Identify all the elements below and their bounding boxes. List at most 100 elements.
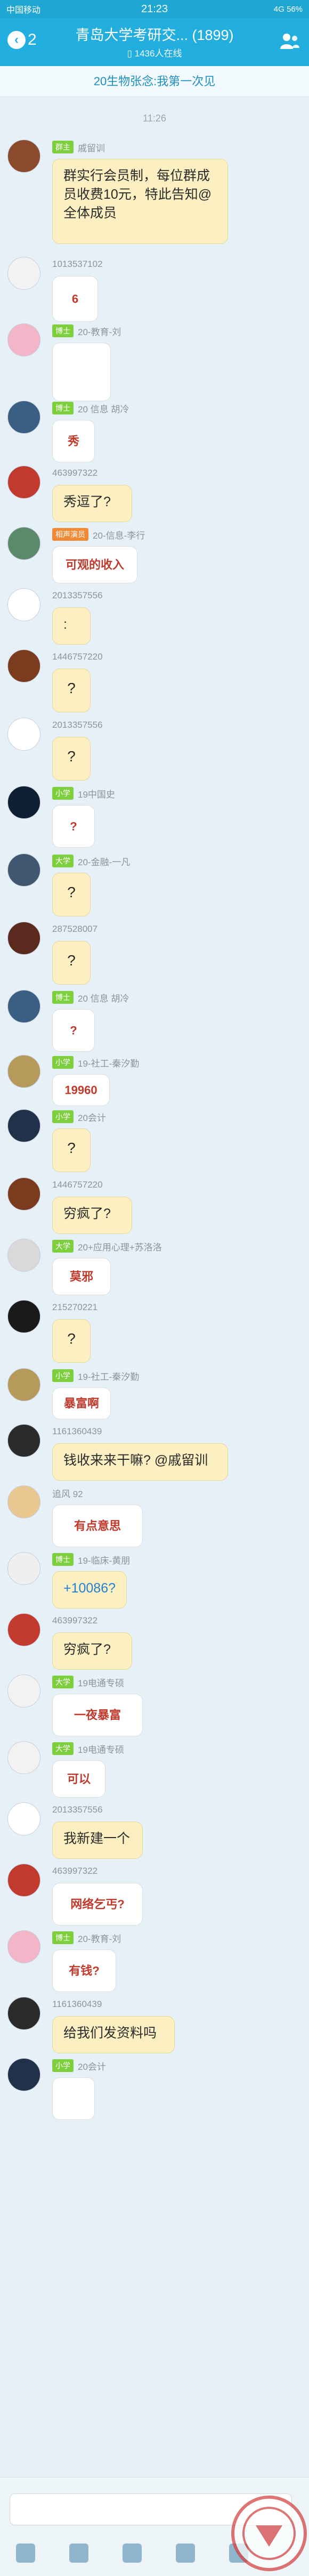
sender-name[interactable]: 1446757220 bbox=[52, 652, 103, 662]
sender-name[interactable]: 1446757220 bbox=[52, 1180, 103, 1190]
sticker-image[interactable]: 有点意思 bbox=[52, 1505, 143, 1547]
sender-name[interactable]: 20会计 bbox=[78, 2059, 106, 2073]
avatar[interactable] bbox=[7, 527, 40, 560]
avatar[interactable] bbox=[7, 718, 40, 751]
avatar[interactable] bbox=[7, 257, 40, 290]
avatar[interactable] bbox=[7, 1930, 40, 1963]
sender-name[interactable]: 追风 92 bbox=[52, 1486, 83, 1500]
sender-name[interactable]: 20-教育-刘 bbox=[78, 324, 121, 338]
avatar[interactable] bbox=[7, 1368, 40, 1401]
sticker-image[interactable]: 可观的收入 bbox=[52, 546, 137, 583]
message-bubble[interactable]: 钱收来来干嘛? @戚留训 bbox=[52, 1443, 228, 1481]
sender-name[interactable]: 1161360439 bbox=[52, 1999, 102, 2010]
sender-name[interactable]: 463997322 bbox=[52, 1866, 97, 1876]
message-bubble[interactable]: ? bbox=[52, 873, 91, 916]
avatar[interactable] bbox=[7, 1741, 40, 1774]
sender-name[interactable]: 20 信息 胡冷 bbox=[78, 402, 129, 415]
sender-name[interactable]: 20会计 bbox=[78, 1110, 106, 1124]
avatar[interactable] bbox=[7, 1864, 40, 1897]
sender-name[interactable]: 215270221 bbox=[52, 1302, 97, 1313]
group-members-icon[interactable] bbox=[279, 32, 300, 51]
sticker-image[interactable] bbox=[52, 343, 111, 401]
message-bubble[interactable]: ? bbox=[52, 669, 91, 712]
message-bubble[interactable]: ? bbox=[52, 941, 91, 985]
message-bubble[interactable]: 穷疯了? bbox=[52, 1632, 132, 1670]
avatar[interactable] bbox=[7, 1055, 40, 1088]
sender-name[interactable]: 463997322 bbox=[52, 1615, 97, 1626]
sender-name[interactable]: 463997322 bbox=[52, 468, 97, 478]
avatar[interactable] bbox=[7, 1552, 40, 1585]
avatar[interactable] bbox=[7, 140, 40, 173]
avatar[interactable] bbox=[7, 990, 40, 1023]
message-bubble[interactable]: 给我们发资料吗 bbox=[52, 2016, 175, 2053]
avatar[interactable] bbox=[7, 786, 40, 819]
sender-name[interactable]: 19-社工-秦汐勤 bbox=[78, 1056, 139, 1069]
sender-name[interactable]: 2013357556 bbox=[52, 590, 103, 601]
avatar[interactable] bbox=[7, 466, 40, 499]
avatar[interactable] bbox=[7, 1424, 40, 1457]
sticker-image[interactable]: 秀 bbox=[52, 420, 95, 462]
sender-name[interactable]: 1161360439 bbox=[52, 1426, 102, 1437]
sender-name[interactable]: 20 信息 胡冷 bbox=[78, 991, 129, 1004]
sender-name[interactable]: 2013357556 bbox=[52, 1805, 103, 1815]
sender-name[interactable]: 2013357556 bbox=[52, 720, 103, 730]
avatar[interactable] bbox=[7, 649, 40, 682]
avatar[interactable] bbox=[7, 1177, 40, 1210]
avatar[interactable] bbox=[7, 854, 40, 887]
sticker-image[interactable]: 可以 bbox=[52, 1760, 105, 1798]
sticker-image[interactable]: 有钱? bbox=[52, 1949, 116, 1992]
sender-name[interactable]: 20-教育-刘 bbox=[78, 1931, 121, 1945]
sticker-image[interactable]: ? bbox=[52, 1009, 95, 1052]
sender-name[interactable]: 19-社工-秦汐勤 bbox=[78, 1369, 139, 1383]
member-title-badge: 博士 bbox=[52, 1553, 74, 1566]
message-bubble[interactable]: ? bbox=[52, 1319, 91, 1363]
message-bubble[interactable]: ? bbox=[52, 737, 91, 781]
voice-icon[interactable] bbox=[16, 2544, 35, 2563]
avatar[interactable] bbox=[7, 922, 40, 955]
avatar[interactable] bbox=[7, 323, 40, 356]
sender-name[interactable]: 19电通专硕 bbox=[78, 1742, 124, 1756]
red-packet-icon[interactable] bbox=[176, 2544, 195, 2563]
message-bubble[interactable]: 群实行会员制，每位群成员收费10元，特此告知@全体成员 bbox=[52, 159, 228, 244]
sticker-image[interactable]: 6 bbox=[52, 276, 98, 322]
message-bubble[interactable]: 穷疯了? bbox=[52, 1197, 132, 1234]
sender-name[interactable]: 287528007 bbox=[52, 924, 97, 934]
message-list[interactable]: 11:26 群主 戚留训 群实行会员制，每位群成员收费10元，特此告知@全体成员 10… bbox=[0, 97, 309, 2477]
picture-icon[interactable] bbox=[69, 2544, 88, 2563]
sticker-image[interactable]: 暴富啊 bbox=[52, 1387, 111, 1419]
sender-name[interactable]: 19电通专硕 bbox=[78, 1676, 124, 1689]
message-bubble[interactable]: 我新建一个 bbox=[52, 1822, 143, 1859]
avatar[interactable] bbox=[7, 1997, 40, 2030]
avatar[interactable] bbox=[7, 1300, 40, 1333]
avatar[interactable] bbox=[7, 1675, 40, 1708]
sender-name[interactable]: 戚留训 bbox=[78, 141, 105, 154]
sticker-image[interactable]: 网络乞丐? bbox=[52, 1883, 143, 1925]
sticker-image[interactable]: 一夜暴富 bbox=[52, 1694, 143, 1736]
sender-name[interactable]: 1013537102 bbox=[52, 259, 103, 270]
back-button[interactable]: ‹ 2 bbox=[7, 28, 37, 52]
message-bubble[interactable]: ? bbox=[52, 1128, 91, 1172]
sticker-image[interactable]: ? bbox=[52, 805, 95, 848]
avatar[interactable] bbox=[7, 1485, 40, 1518]
sticker-image[interactable]: 19960 bbox=[52, 1074, 110, 1106]
group-title[interactable]: 青岛大学考研交... (1899) bbox=[59, 23, 250, 44]
avatar[interactable] bbox=[7, 1802, 40, 1835]
message-bubble[interactable]: 秀逗了? bbox=[52, 485, 132, 522]
message-bubble[interactable]: +10086? bbox=[52, 1571, 127, 1608]
camera-icon[interactable] bbox=[123, 2544, 142, 2563]
sticker-image[interactable]: 莫邪 bbox=[52, 1258, 111, 1295]
sender-name[interactable]: 20+应用心理+苏洛洛 bbox=[78, 1240, 162, 1253]
sender-name[interactable]: 19-临床-黄朋 bbox=[78, 1553, 130, 1566]
avatar[interactable] bbox=[7, 1613, 40, 1646]
message-bubble[interactable]: : bbox=[52, 607, 91, 645]
avatar[interactable] bbox=[7, 1109, 40, 1142]
sender-name[interactable]: 20-金融-一凡 bbox=[78, 855, 130, 868]
notice-banner[interactable]: 20生物张念:我第一次见 bbox=[0, 66, 309, 97]
sender-name[interactable]: 19中国史 bbox=[78, 787, 115, 800]
avatar[interactable] bbox=[7, 2058, 40, 2091]
sender-name[interactable]: 20-信息-李行 bbox=[93, 528, 145, 541]
sticker-image[interactable] bbox=[52, 2077, 95, 2120]
avatar[interactable] bbox=[7, 588, 40, 621]
avatar[interactable] bbox=[7, 401, 40, 434]
avatar[interactable] bbox=[7, 1239, 40, 1272]
